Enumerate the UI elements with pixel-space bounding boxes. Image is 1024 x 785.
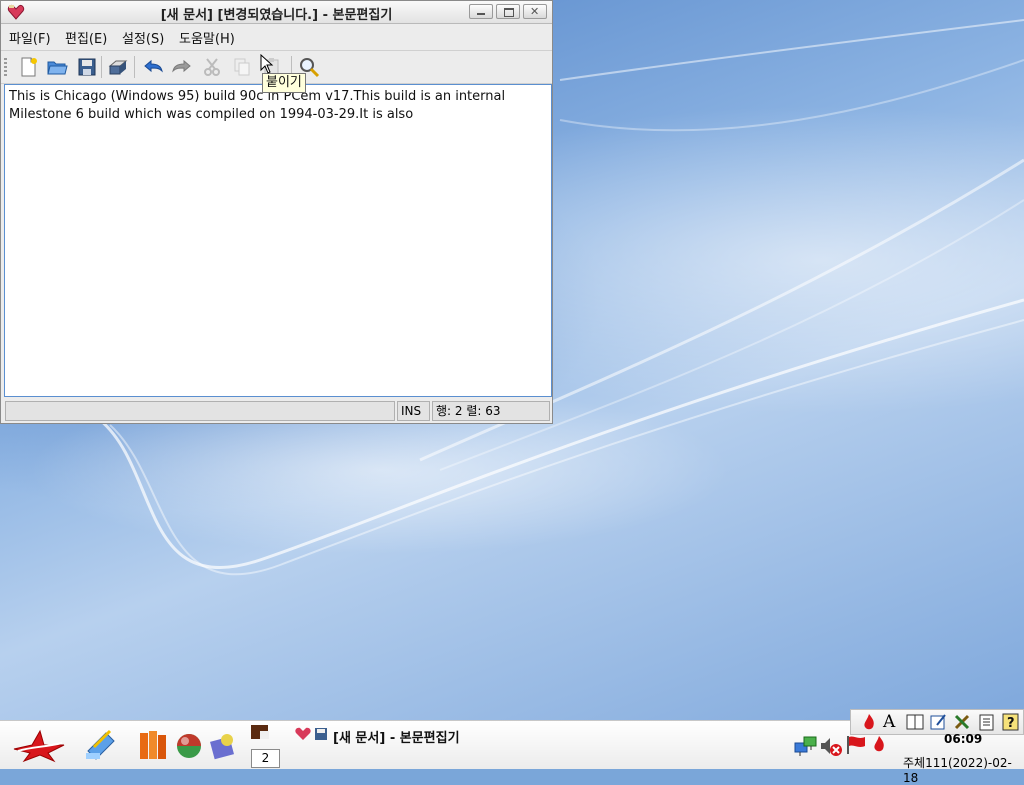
minimize-button[interactable] [469, 4, 493, 19]
menu-edit[interactable]: 편집(E) [65, 28, 107, 47]
media-player-icon[interactable] [210, 731, 238, 761]
web-browser-globe-icon[interactable] [175, 732, 203, 760]
layout-columns-icon[interactable] [905, 713, 925, 731]
title-bar[interactable]: [새 문서] [변경되였습니다.] - 본문편집기 ✕ [1, 1, 552, 24]
menu-settings[interactable]: 설정(S) [122, 28, 164, 47]
ime-flame-icon[interactable] [859, 713, 879, 731]
text-editor-area[interactable]: This is Chicago (Windows 95) build 90c i… [4, 84, 552, 397]
svg-text:?: ? [1007, 716, 1015, 731]
red-flag-icon[interactable] [845, 734, 867, 756]
new-document-icon[interactable] [17, 56, 39, 78]
menu-bar: 파일(F) 편집(E) 설정(S) 도움말(H) [1, 24, 552, 48]
open-folder-icon[interactable] [46, 56, 68, 78]
menu-help[interactable]: 도움말(H) [179, 28, 235, 47]
copy-icon[interactable] [231, 56, 253, 78]
file-manager-books-icon[interactable] [138, 729, 168, 761]
clipboard-icon[interactable] [977, 713, 997, 731]
insert-mode-indicator: INS [397, 401, 430, 421]
workspace-thumbnail-window [260, 731, 269, 739]
task-heart-icon [295, 727, 311, 740]
tools-icon[interactable] [953, 713, 973, 731]
toolbar-separator [101, 56, 102, 78]
maximize-icon [504, 8, 514, 17]
paste-tooltip: 붙이기 [262, 73, 306, 93]
font-a-icon[interactable]: A [883, 713, 903, 731]
text-editor-window[interactable]: [새 문서] [변경되였습니다.] - 본문편집기 ✕ 파일(F) 편집(E) … [0, 0, 553, 424]
toolbar-grip[interactable] [4, 58, 7, 76]
mouse-cursor-icon [260, 54, 274, 74]
note-pencil-icon[interactable] [929, 713, 949, 731]
workspace-2-button[interactable]: 2 [251, 749, 280, 768]
print-icon[interactable] [107, 56, 129, 78]
toolbar-separator [134, 56, 135, 78]
taskbar: 2 [새 문서] - 본문편집기 A ? 06:09 주체111(2022)-0… [0, 709, 1024, 785]
close-button[interactable]: ✕ [523, 4, 547, 19]
undo-icon[interactable] [142, 56, 164, 78]
text-editor-launcher-icon[interactable] [84, 727, 118, 761]
editor-content[interactable]: This is Chicago (Windows 95) build 90c i… [9, 88, 529, 124]
input-method-panel: A ? [850, 709, 1024, 735]
maximize-button[interactable] [496, 4, 520, 19]
menu-file[interactable]: 파일(F) [9, 28, 51, 47]
status-message [5, 401, 395, 421]
clock-date[interactable]: 주체111(2022)-02-18 [903, 754, 1024, 785]
cursor-position: 행: 2 렬: 63 [432, 401, 550, 421]
help-icon[interactable]: ? [1001, 713, 1021, 731]
minimize-icon [477, 13, 485, 15]
torch-flame-icon[interactable] [871, 735, 887, 755]
close-icon: ✕ [530, 5, 540, 18]
network-status-icon[interactable] [794, 735, 818, 757]
task-save-icon [315, 728, 327, 740]
clock-time[interactable]: 06:09 [944, 732, 982, 746]
status-bar: INS 행: 2 렬: 63 [1, 400, 552, 422]
save-icon[interactable] [76, 56, 98, 78]
cut-icon[interactable] [201, 56, 223, 78]
volume-muted-icon[interactable] [819, 735, 843, 757]
redo-icon[interactable] [171, 56, 193, 78]
start-menu-star-icon[interactable] [10, 727, 68, 763]
taskbar-window-title: [새 문서] - 본문편집기 [333, 731, 460, 746]
